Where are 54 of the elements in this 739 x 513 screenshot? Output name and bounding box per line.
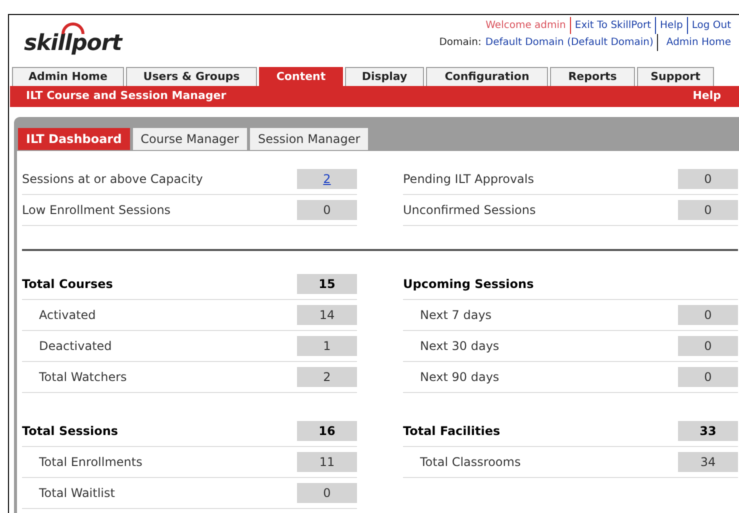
section-title: ILT Course and Session Manager (26, 88, 226, 104)
row-label: Next 30 days (419, 338, 500, 355)
group-title: Total Sessions (22, 422, 118, 440)
count-value: 2 (297, 367, 357, 387)
row-label: Total Watchers (38, 369, 127, 386)
count-value: 16 (297, 420, 357, 440)
row-label: Sessions at or above Capacity (22, 171, 203, 188)
nav-tab[interactable]: Reports (550, 67, 635, 86)
row-label: Low Enrollment Sessions (22, 202, 171, 219)
count-value: 0 (678, 200, 738, 220)
count-value: 34 (678, 452, 738, 472)
domain-link[interactable]: Default Domain (Default Domain) (485, 34, 658, 51)
nav-tab[interactable]: Display (345, 67, 424, 86)
row-label: Total Enrollments (38, 454, 142, 471)
nav-tab[interactable]: Content (259, 67, 343, 86)
count-value: 1 (297, 336, 357, 356)
count-value: 0 (678, 367, 738, 387)
row-label: Deactivated (38, 338, 112, 355)
dashboard-tab[interactable]: Session Manager (250, 128, 368, 150)
nav-tab[interactable]: Support (637, 67, 714, 86)
header-link[interactable]: Exit To SkillPort (574, 20, 652, 31)
nav-tab[interactable]: Users & Groups (126, 67, 257, 86)
count-link[interactable]: 2 (323, 170, 331, 188)
row-label: Activated (38, 307, 96, 324)
count-value: 0 (678, 336, 738, 356)
row-label: Total Waitlist (38, 485, 115, 502)
dashboard-tab[interactable]: ILT Dashboard (18, 128, 130, 150)
dashboard-tab[interactable]: Course Manager (132, 128, 247, 150)
row-label: Pending ILT Approvals (403, 171, 534, 188)
welcome-text: Welcome admin (486, 20, 566, 31)
row-label: Unconfirmed Sessions (403, 202, 536, 219)
count-value: 0 (297, 483, 357, 503)
row-label: Total Classrooms (419, 454, 521, 471)
count-value: 0 (297, 200, 357, 220)
count-value[interactable]: 2 (297, 169, 357, 189)
count-value: 0 (678, 169, 738, 189)
logo: skillport (24, 31, 122, 56)
admin-home-link[interactable]: Admin Home (662, 34, 731, 51)
group-title: Total Courses (22, 276, 113, 292)
count-value: 14 (297, 305, 357, 325)
header-link[interactable]: Log Out (692, 20, 731, 31)
row-label: Next 90 days (419, 369, 500, 386)
group-title: Upcoming Sessions (403, 276, 534, 292)
help-link[interactable]: Help (692, 88, 721, 105)
group-title: Total Facilities (403, 422, 500, 440)
count-value: 0 (678, 305, 738, 325)
nav-tab[interactable]: Admin Home (12, 67, 124, 86)
count-value: 33 (678, 420, 738, 440)
header-link[interactable]: Help (660, 20, 683, 31)
domain-label: Domain: (439, 36, 482, 50)
count-value: 15 (297, 274, 357, 294)
row-label: Next 7 days (419, 307, 492, 324)
nav-tab[interactable]: Configuration (426, 67, 548, 86)
count-value: 11 (297, 452, 357, 472)
